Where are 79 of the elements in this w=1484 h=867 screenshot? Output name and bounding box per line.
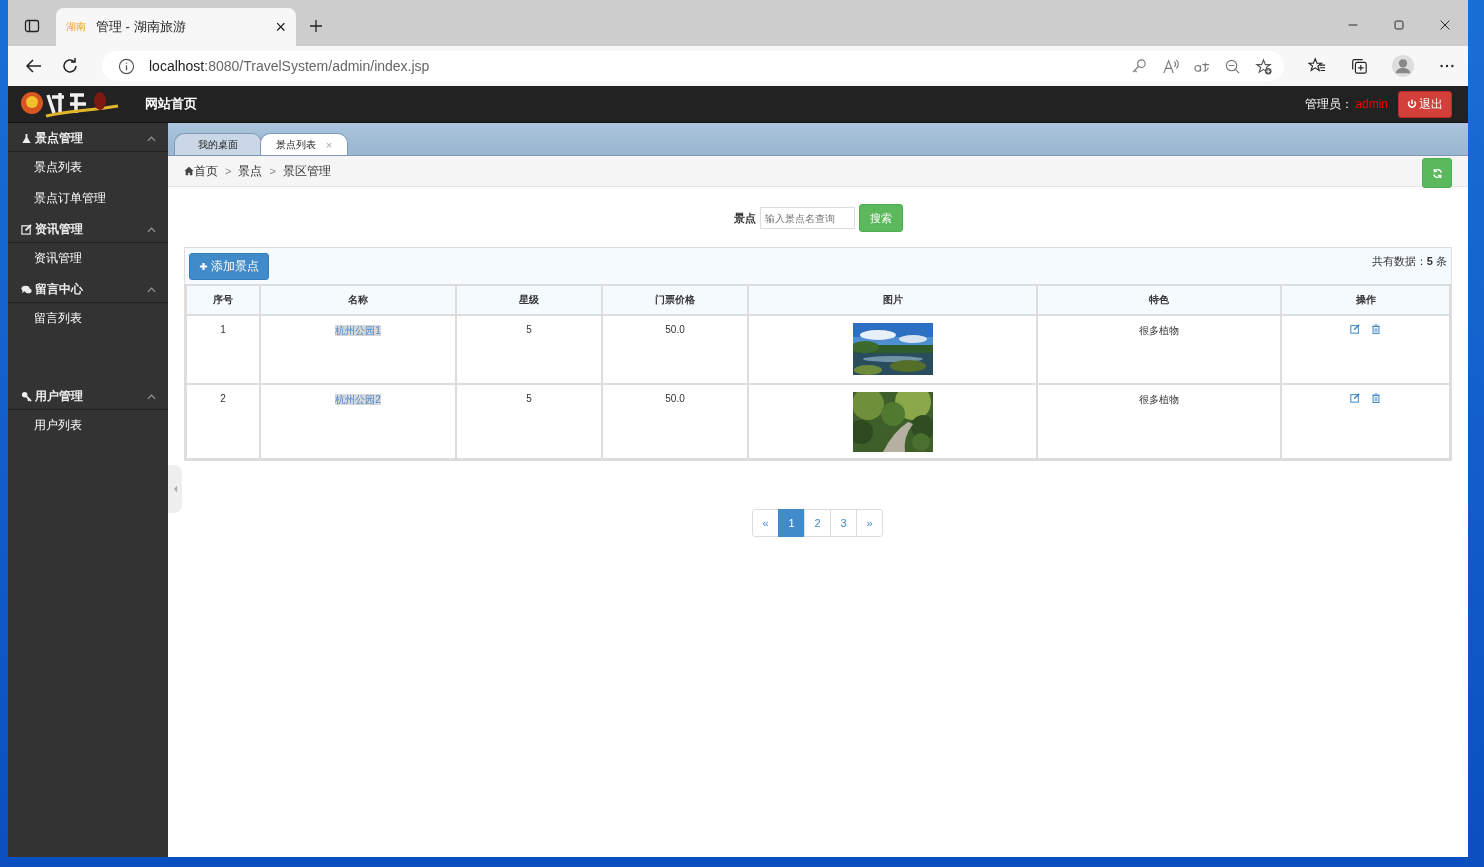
edit-icon[interactable] <box>1350 324 1361 334</box>
next-page-button[interactable]: » <box>856 509 883 537</box>
refresh-button[interactable] <box>1422 158 1452 188</box>
breadcrumb-item[interactable]: 景区管理 <box>282 162 331 180</box>
maximize-icon[interactable] <box>1392 18 1406 32</box>
url-text: localhost:8080/TravelSystem/admin/index.jsp <box>149 58 430 74</box>
add-button[interactable]: 添加景点 <box>189 252 269 280</box>
sidebar-item[interactable]: 景点订单管理 <box>8 183 168 214</box>
table-cell: 很多植物 <box>1037 384 1281 459</box>
table-cell: 5 <box>456 384 602 459</box>
column-header: 特色 <box>1037 285 1281 315</box>
page-button[interactable]: 2 <box>804 509 831 537</box>
search-label: 景点 <box>733 210 756 226</box>
flask-icon <box>21 133 32 144</box>
zoom-out-icon[interactable] <box>1224 57 1241 75</box>
menu-group-header[interactable]: 用户管理 <box>8 384 168 410</box>
page-button[interactable]: 3 <box>830 509 857 537</box>
plus-icon <box>199 261 208 271</box>
close-icon[interactable] <box>1438 18 1452 32</box>
edit-icon[interactable] <box>1350 393 1361 403</box>
table-cell: 1 <box>186 315 260 384</box>
admin-label: 管理员： admin <box>1305 95 1388 113</box>
reload-icon[interactable] <box>60 56 80 76</box>
comments-icon <box>21 284 32 295</box>
page-tab[interactable]: 我的桌面 <box>174 133 262 155</box>
home-icon <box>184 166 194 176</box>
site-home-link[interactable]: 网站首页 <box>145 95 197 113</box>
search-field[interactable]: 输入景点名查询 <box>759 207 855 229</box>
favorites-icon[interactable] <box>1308 57 1326 75</box>
address-bar[interactable]: localhost:8080/TravelSystem/admin/index.jsp <box>102 51 1284 81</box>
tab-title: 管理 - 湖南旅游 <box>96 18 187 36</box>
power-icon <box>1407 99 1417 109</box>
info-icon[interactable] <box>118 57 135 75</box>
column-header: 星级 <box>456 285 602 315</box>
page-button[interactable]: 1 <box>778 509 805 537</box>
favicon-text: 湖南 <box>66 20 86 34</box>
edit-icon <box>21 224 32 235</box>
table-cell: 很多植物 <box>1037 315 1281 384</box>
delete-icon[interactable] <box>1370 324 1381 334</box>
browser-tab[interactable]: 湖南 管理 - 湖南旅游 × <box>56 8 296 46</box>
table-cell: 5 <box>456 315 602 384</box>
menu-group-header[interactable]: 资讯管理 <box>8 217 168 243</box>
key-icon[interactable] <box>1131 57 1148 75</box>
sidebar-item[interactable]: 资讯管理 <box>8 243 168 274</box>
page-tab[interactable]: 景点列表 × <box>260 133 348 155</box>
table-cell: 50.0 <box>602 384 748 459</box>
delete-icon[interactable] <box>1370 393 1381 403</box>
collections-icon[interactable] <box>1350 57 1368 75</box>
caret-icon <box>172 485 178 493</box>
caret-icon <box>147 135 156 142</box>
table-cell: 2 <box>186 384 260 459</box>
caret-icon <box>147 226 156 233</box>
add-favorite-icon[interactable] <box>1255 57 1272 75</box>
sidebar-item[interactable]: 景点列表 <box>8 152 168 183</box>
column-header: 名称 <box>260 285 456 315</box>
caret-icon <box>147 393 156 400</box>
breadcrumb-item[interactable]: 首页 <box>194 162 218 180</box>
record-count: 共有数据：5 条 <box>1371 254 1447 269</box>
sidebar-item[interactable]: 用户列表 <box>8 410 168 441</box>
table-cell: 50.0 <box>602 315 748 384</box>
new-tab-icon[interactable] <box>308 18 324 34</box>
column-header: 序号 <box>186 285 260 315</box>
refresh-icon <box>1431 167 1443 179</box>
tab-actions-icon[interactable] <box>24 18 40 34</box>
breadcrumb-separator: > <box>269 165 276 177</box>
profile-avatar-icon[interactable] <box>1392 55 1414 77</box>
menu-group-header[interactable]: 留言中心 <box>8 277 168 303</box>
column-header: 操作 <box>1281 285 1450 315</box>
key-icon <box>21 391 32 402</box>
breadcrumb-separator: > <box>225 165 232 177</box>
breadcrumb-item[interactable]: 景点 <box>238 162 263 180</box>
sidebar-collapse-handle[interactable] <box>168 465 182 513</box>
column-header: 图片 <box>748 285 1037 315</box>
logout-button[interactable]: 退出 <box>1398 90 1452 118</box>
caret-icon <box>147 286 156 293</box>
column-header: 门票价格 <box>602 285 748 315</box>
read-aloud-icon[interactable] <box>1162 57 1179 75</box>
close-tab-button[interactable]: × <box>275 16 286 38</box>
sidebar-item[interactable]: 留言列表 <box>8 303 168 334</box>
